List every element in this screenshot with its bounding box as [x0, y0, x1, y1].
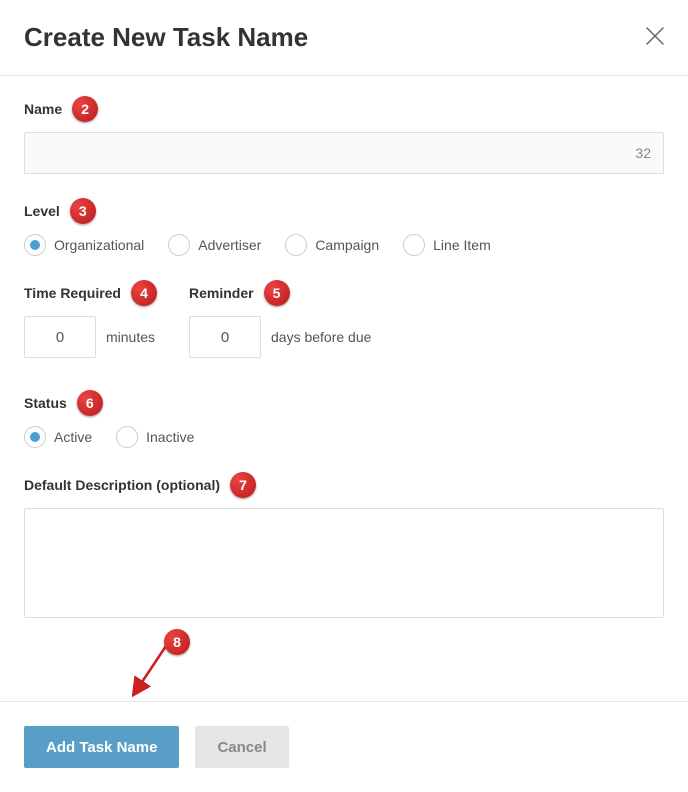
dialog-body: Name 2 Level 3 Organizational Advertiser [0, 76, 688, 701]
radio-icon [403, 234, 425, 256]
default-description-label: Default Description (optional) [24, 477, 220, 493]
badge-3: 3 [70, 198, 96, 224]
dialog-title: Create New Task Name [24, 22, 308, 53]
level-option-advertiser[interactable]: Advertiser [168, 234, 261, 256]
radio-icon [285, 234, 307, 256]
field-time-required: Time Required 4 minutes [24, 280, 157, 358]
add-task-name-button[interactable]: Add Task Name [24, 726, 179, 768]
field-status: Status 6 Active Inactive [24, 390, 664, 448]
level-option-line-item[interactable]: Line Item [403, 234, 491, 256]
dialog-header: Create New Task Name [0, 0, 688, 76]
badge-5: 5 [264, 280, 290, 306]
badge-8: 8 [164, 629, 190, 655]
default-description-textarea[interactable] [24, 508, 664, 618]
field-default-description: Default Description (optional) 7 [24, 472, 664, 623]
badge-4: 4 [131, 280, 157, 306]
radio-icon [24, 426, 46, 448]
radio-label: Organizational [54, 237, 144, 253]
radio-label: Inactive [146, 429, 194, 445]
radio-label: Active [54, 429, 92, 445]
radio-icon [168, 234, 190, 256]
time-reminder-row: Time Required 4 minutes Reminder 5 days … [24, 280, 664, 358]
radio-label: Advertiser [198, 237, 261, 253]
badge-7: 7 [230, 472, 256, 498]
status-label: Status [24, 395, 67, 411]
level-radio-group: Organizational Advertiser Campaign Line … [24, 234, 664, 256]
status-radio-group: Active Inactive [24, 426, 664, 448]
time-required-label: Time Required [24, 285, 121, 301]
radio-label: Line Item [433, 237, 491, 253]
field-name: Name 2 [24, 96, 664, 174]
name-input[interactable] [24, 132, 664, 174]
time-required-unit: minutes [106, 329, 155, 345]
radio-label: Campaign [315, 237, 379, 253]
reminder-unit: days before due [271, 329, 371, 345]
badge-2: 2 [72, 96, 98, 122]
cancel-button[interactable]: Cancel [195, 726, 288, 768]
time-required-input[interactable] [24, 316, 96, 358]
field-level: Level 3 Organizational Advertiser Campai… [24, 198, 664, 256]
status-option-inactive[interactable]: Inactive [116, 426, 194, 448]
level-label: Level [24, 203, 60, 219]
radio-icon [24, 234, 46, 256]
badge-6: 6 [77, 390, 103, 416]
close-icon[interactable] [646, 24, 664, 52]
field-reminder: Reminder 5 days before due [189, 280, 371, 358]
dialog-footer: Add Task Name Cancel [0, 701, 688, 792]
level-option-campaign[interactable]: Campaign [285, 234, 379, 256]
status-option-active[interactable]: Active [24, 426, 92, 448]
radio-icon [116, 426, 138, 448]
name-label: Name [24, 101, 62, 117]
reminder-input[interactable] [189, 316, 261, 358]
level-option-organizational[interactable]: Organizational [24, 234, 144, 256]
dialog-create-task-name: Create New Task Name Name 2 Level 3 Orga… [0, 0, 688, 792]
annotation-arrow-8: 8 [24, 641, 664, 691]
reminder-label: Reminder [189, 285, 254, 301]
